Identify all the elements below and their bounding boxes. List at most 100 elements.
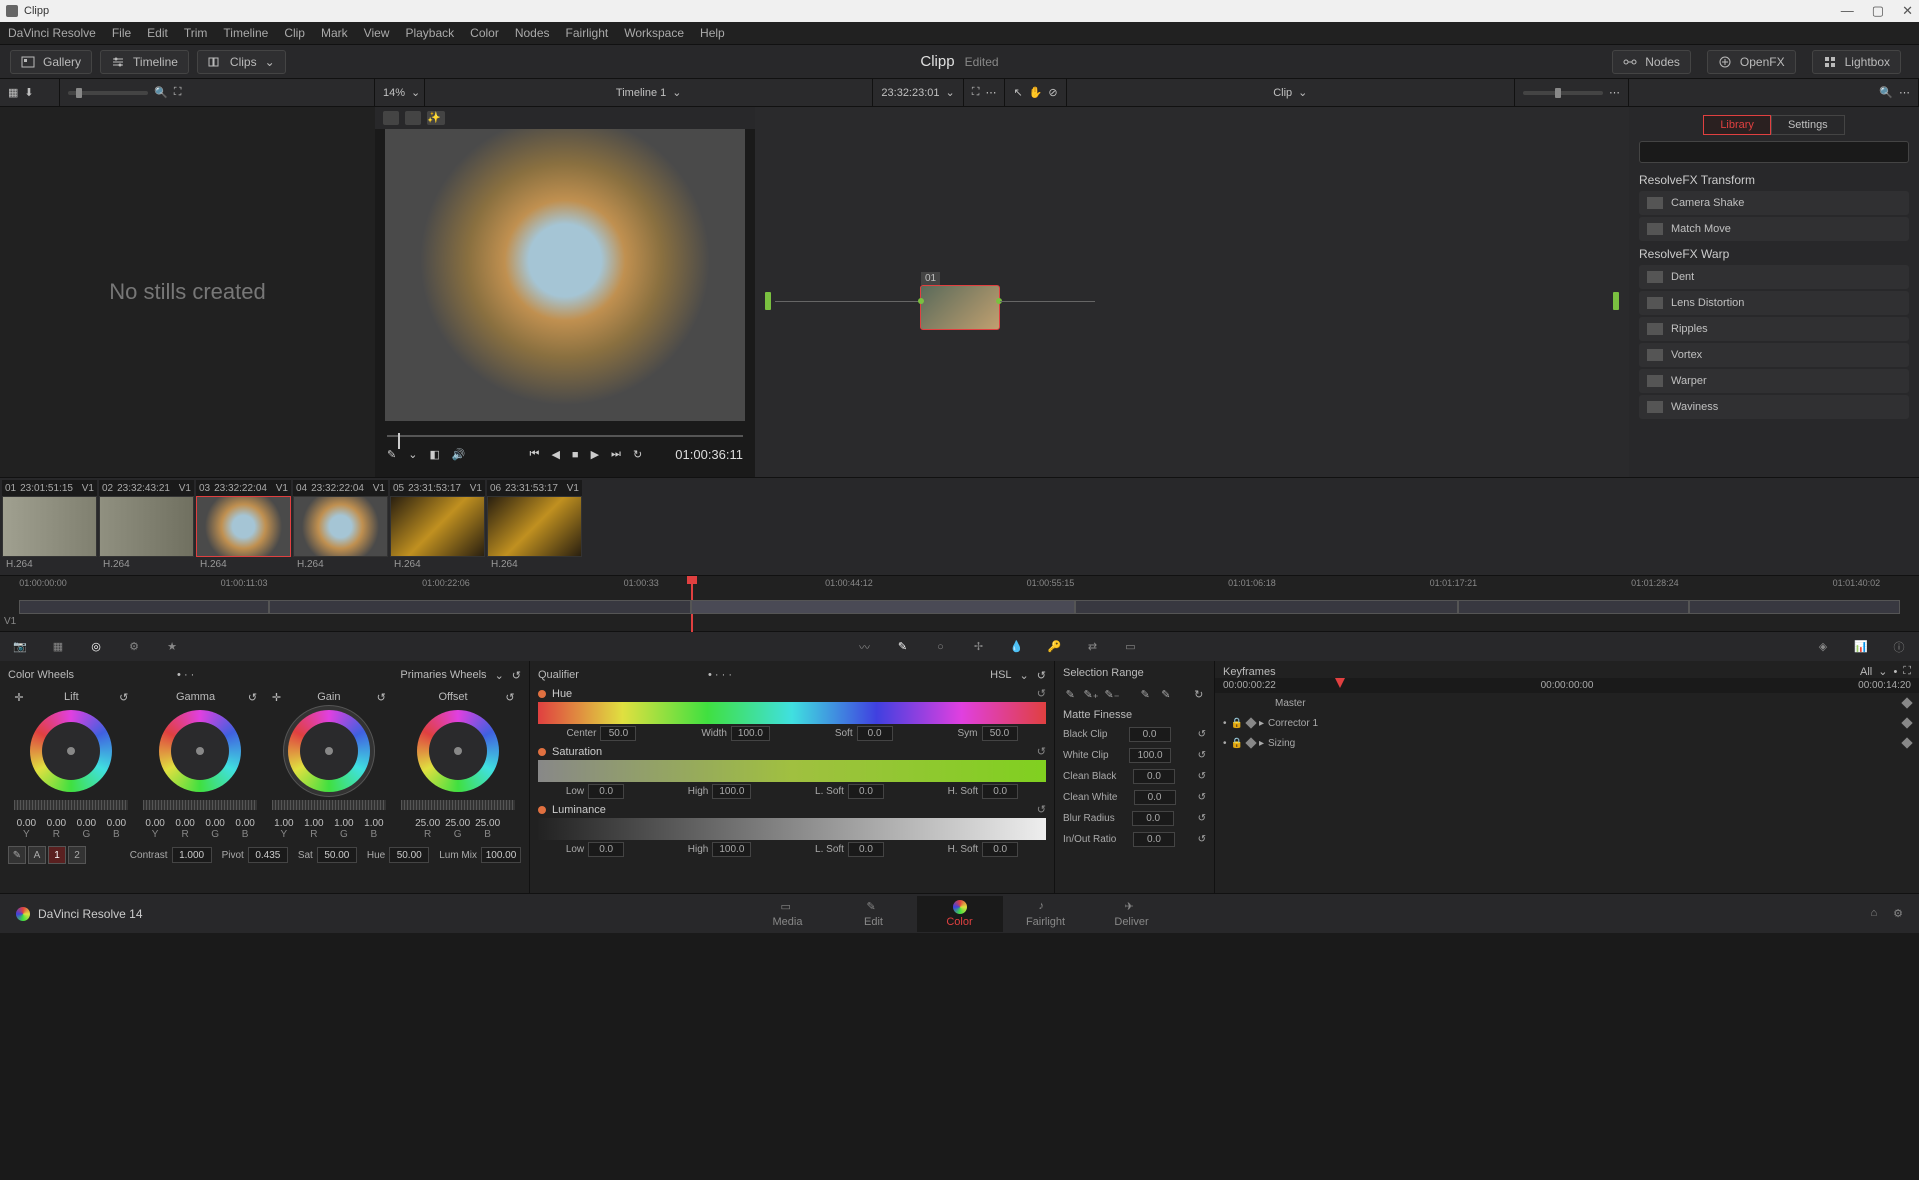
lum-high-value[interactable]: 100.0 <box>712 842 751 857</box>
wheel-value[interactable]: 1.00 <box>270 818 298 829</box>
matte-param-value[interactable]: 0.0 <box>1132 811 1174 826</box>
page-media[interactable]: ▭Media <box>745 896 831 932</box>
fx-item[interactable]: Ripples <box>1639 317 1909 341</box>
menu-color[interactable]: Color <box>470 26 499 40</box>
primaries-mode[interactable]: Primaries Wheels <box>400 669 486 681</box>
reset-icon[interactable]: ↺ <box>1198 834 1206 845</box>
wipe-icon[interactable]: ◧ <box>429 448 439 461</box>
wheel-value[interactable]: 0.00 <box>42 818 70 829</box>
timeline-ruler[interactable]: 01:00:00:0001:00:11:0301:00:22:0601:00:3… <box>0 575 1919 631</box>
more-icon[interactable]: ⋯ <box>1899 86 1910 99</box>
close-button[interactable]: ✕ <box>1902 3 1913 19</box>
wheel-value[interactable]: 0.00 <box>102 818 130 829</box>
matte-param-value[interactable]: 100.0 <box>1129 748 1171 763</box>
clip-thumbnail[interactable]: 0323:32:22:04V1H.264 <box>196 480 291 573</box>
reset-icon[interactable]: ↺ <box>505 691 514 704</box>
qualifier-mode[interactable]: HSL <box>990 669 1011 681</box>
lum-lsoft-value[interactable]: 0.0 <box>848 842 884 857</box>
fx-item[interactable]: Camera Shake <box>1639 191 1909 215</box>
sat-low-value[interactable]: 0.0 <box>588 784 624 799</box>
wheel-value[interactable]: 1.00 <box>360 818 388 829</box>
hue-sym-value[interactable]: 50.0 <box>982 726 1018 741</box>
lock-icon[interactable]: 🔒 <box>1231 738 1243 749</box>
info-icon[interactable]: ⓘ <box>1887 637 1911 657</box>
node-output-bar[interactable] <box>1613 292 1619 310</box>
menu-clip[interactable]: Clip <box>284 26 305 40</box>
clip-thumbnail[interactable]: 0423:32:22:04V1H.264 <box>293 480 388 573</box>
color-match-icon[interactable]: ▦ <box>46 637 70 657</box>
expand-icon[interactable]: ⛶ <box>1903 665 1911 678</box>
kf-row-master[interactable]: Master <box>1215 693 1919 713</box>
view-mode-3[interactable]: ✨ <box>427 111 445 125</box>
menu-nodes[interactable]: Nodes <box>515 26 550 40</box>
reset-icon[interactable]: ↺ <box>248 691 257 704</box>
menu-workspace[interactable]: Workspace <box>624 26 684 40</box>
camera-raw-icon[interactable]: 📷 <box>8 637 32 657</box>
picker-sub[interactable]: ✎₋ <box>1105 685 1120 703</box>
loop-icon[interactable]: ↻ <box>633 448 642 461</box>
reset-icon[interactable]: ↺ <box>119 691 128 704</box>
fx-item[interactable]: Waviness <box>1639 395 1909 419</box>
sat-high-value[interactable]: 100.0 <box>712 784 751 799</box>
wheel-value[interactable]: 0.00 <box>201 818 229 829</box>
matte-param-value[interactable]: 0.0 <box>1133 769 1175 784</box>
menu-help[interactable]: Help <box>700 26 725 40</box>
nodes-button[interactable]: Nodes <box>1612 50 1691 74</box>
tracker-icon[interactable]: ✢ <box>967 637 991 657</box>
picker-add[interactable]: ✎₊ <box>1084 685 1099 703</box>
grid-icon[interactable]: ▦ <box>8 86 18 99</box>
key-icon[interactable]: 🔑 <box>1043 637 1067 657</box>
motion-effects-icon[interactable]: ★ <box>160 637 184 657</box>
kf-playhead[interactable] <box>1335 678 1345 688</box>
tab-library[interactable]: Library <box>1703 115 1771 135</box>
pivot-value[interactable] <box>248 847 288 863</box>
reset-icon[interactable]: ↺ <box>1198 792 1206 803</box>
hue-value[interactable] <box>389 847 429 863</box>
viewer-image[interactable] <box>385 129 745 421</box>
hue-width-value[interactable]: 100.0 <box>731 726 770 741</box>
menu-resolve[interactable]: DaVinci Resolve <box>8 26 96 40</box>
gallery-zoom-slider[interactable] <box>68 91 148 95</box>
picker-tool[interactable]: ✎ <box>8 846 26 864</box>
feather-add[interactable]: ✎ <box>1159 685 1174 703</box>
node-input-bar[interactable] <box>765 292 771 310</box>
lum-low-value[interactable]: 0.0 <box>588 842 624 857</box>
lum-bar[interactable] <box>538 818 1046 840</box>
clip-selector[interactable]: Clip <box>1273 87 1292 99</box>
matte-param-value[interactable]: 0.0 <box>1133 832 1175 847</box>
fx-item[interactable]: Lens Distortion <box>1639 291 1909 315</box>
picker-icon[interactable]: ✎ <box>387 448 396 461</box>
gallery-button[interactable]: Gallery <box>10 50 92 74</box>
settings-icon[interactable]: ⚙ <box>1893 907 1903 920</box>
prev-clip-icon[interactable]: ⏮ <box>530 448 540 461</box>
openfx-button[interactable]: OpenFX <box>1707 50 1796 74</box>
lum-enable-dot[interactable] <box>538 806 546 814</box>
more-icon[interactable]: ⋯ <box>1609 86 1620 99</box>
next-clip-icon[interactable]: ⏭ <box>611 448 621 461</box>
volume-icon[interactable]: 🔊 <box>452 448 466 461</box>
view-mode-1[interactable] <box>383 111 399 125</box>
color-wheel[interactable] <box>417 710 499 792</box>
hue-center-value[interactable]: 50.0 <box>600 726 636 741</box>
timeline-name[interactable]: Timeline 1 <box>616 87 666 99</box>
page-color[interactable]: Color <box>917 896 1003 932</box>
version-2[interactable]: 2 <box>68 846 86 864</box>
menu-mark[interactable]: Mark <box>321 26 348 40</box>
menu-edit[interactable]: Edit <box>147 26 168 40</box>
stereo-icon[interactable]: ▭ <box>1119 637 1143 657</box>
scopes-icon[interactable]: 📊 <box>1849 637 1873 657</box>
tab-settings[interactable]: Settings <box>1771 115 1845 135</box>
master-strip[interactable] <box>14 800 128 810</box>
qualifier-icon[interactable]: ✎ <box>891 637 915 657</box>
kf-row-sizing[interactable]: •🔒▸Sizing <box>1215 733 1919 753</box>
blur-icon[interactable]: 💧 <box>1005 637 1029 657</box>
reset-icon[interactable]: ↺ <box>1198 729 1206 740</box>
clip-thumbnail[interactable]: 0623:31:53:17V1H.264 <box>487 480 582 573</box>
clip-thumbnail[interactable]: 0223:32:43:21V1H.264 <box>99 480 194 573</box>
color-wheels-icon[interactable]: ◎ <box>84 637 108 657</box>
sat-reset[interactable]: ↺ <box>1037 745 1046 758</box>
color-wheel[interactable] <box>30 710 112 792</box>
menu-file[interactable]: File <box>112 26 131 40</box>
play-icon[interactable]: ▶ <box>591 448 599 461</box>
fx-item[interactable]: Vortex <box>1639 343 1909 367</box>
